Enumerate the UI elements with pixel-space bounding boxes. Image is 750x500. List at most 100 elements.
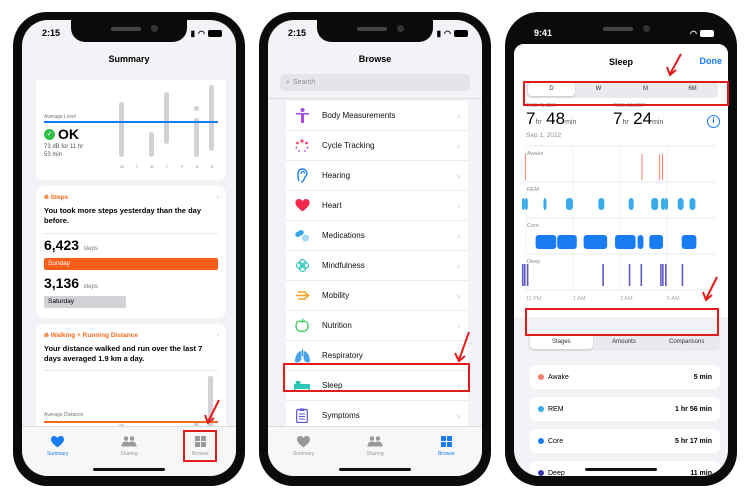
list-item-hearing[interactable]: Hearing › <box>286 161 468 191</box>
average-distance-label: Average Distance <box>44 412 84 418</box>
sleep-stages-chart: Awake REM Core Deep 11 PM 1 AM 3 AM 5 AM <box>521 145 716 302</box>
awake-dot <box>538 374 544 380</box>
status-time: 2:15 <box>288 28 307 38</box>
stage-row-rem[interactable]: REM 1 hr 56 min <box>530 397 720 421</box>
stage-row-awake[interactable]: Awake 5 min <box>530 365 720 389</box>
row-label-deep: Deep <box>527 259 540 265</box>
view-tab-amounts[interactable]: Amounts <box>593 335 656 349</box>
rem-segment <box>524 198 528 210</box>
noise-detail: 73 dB for 11 hr 53 min <box>44 144 84 158</box>
heart-icon <box>51 435 65 448</box>
day-label: W <box>150 164 154 169</box>
rem-segment <box>543 198 547 210</box>
steps-title: 🔥︎ Steps <box>44 194 69 201</box>
chevron-right-icon: › <box>457 260 460 271</box>
noise-card[interactable]: Average Level ✓ OK 73 dB for 11 hr 53 mi… <box>36 80 226 180</box>
day-label: T <box>165 164 169 169</box>
time-asleep-value: 7hr 24min <box>613 109 664 128</box>
awake-segment <box>641 154 643 180</box>
deep-segment <box>526 264 529 286</box>
notch <box>317 20 433 42</box>
signal-icon: ▮ <box>190 28 196 38</box>
highlight-sleep-item <box>283 363 470 392</box>
deep-segment <box>521 264 524 286</box>
awake-segment <box>524 154 526 180</box>
notch <box>563 20 679 42</box>
day-label: F <box>180 164 184 169</box>
list-item-mindfulness[interactable]: Mindfulness › <box>286 251 468 281</box>
deep-segment <box>523 264 526 286</box>
home-indicator <box>93 468 165 471</box>
search-input[interactable]: ⌕ Search <box>280 74 470 91</box>
signal-icon: ▮ <box>436 28 442 38</box>
stage-row-core[interactable]: Core 5 hr 17 min <box>530 429 720 453</box>
rem-dot <box>538 406 544 412</box>
noise-bar-thu <box>164 92 169 144</box>
row-label-awake: Awake <box>527 151 543 157</box>
rem-segment <box>651 198 659 210</box>
noise-bar-sat-dot <box>194 106 199 111</box>
core-dot <box>538 438 544 444</box>
body-measurements-icon <box>290 108 314 123</box>
today-steps-bar: Sunday <box>44 258 218 270</box>
heart-icon <box>290 199 314 212</box>
noise-bar-mon <box>119 102 124 157</box>
chevron-right-icon: › <box>457 410 460 421</box>
noise-bar-sun <box>209 85 214 151</box>
rem-segment <box>566 198 573 210</box>
view-tab-comparisons[interactable]: Comparisons <box>655 335 718 349</box>
status-time: 2:15 <box>42 28 61 38</box>
deep-segment <box>660 264 662 286</box>
core-segment <box>615 235 636 249</box>
core-segment <box>681 235 697 249</box>
rem-segment <box>677 198 684 210</box>
day-label: S <box>210 164 214 169</box>
mindfulness-icon <box>290 258 314 273</box>
core-segment <box>583 235 608 249</box>
heart-icon <box>297 435 311 448</box>
divider <box>44 233 218 234</box>
rem-segment <box>628 198 634 210</box>
sleep-chart-area: Awake REM Core Deep 11 PM 1 AM 3 AM 5 AM <box>514 142 728 317</box>
status-time: 9:41 <box>534 28 553 38</box>
average-distance-line <box>44 421 218 423</box>
tab-summary[interactable]: Summary <box>33 435 83 476</box>
nutrition-icon <box>290 318 314 333</box>
chevron-right-icon: › <box>457 200 460 211</box>
tab-browse[interactable]: Browse <box>421 435 471 476</box>
hearing-icon <box>290 168 314 183</box>
mobility-icon <box>290 289 314 302</box>
highlight-view-control <box>525 308 719 336</box>
core-segment <box>637 235 644 249</box>
people-icon <box>367 435 383 448</box>
steps-card[interactable]: 🔥︎ Steps › You took more steps yesterday… <box>36 186 226 318</box>
tab-summary[interactable]: Summary <box>279 435 329 476</box>
deep-segment <box>681 264 684 286</box>
chevron-right-icon: › <box>457 170 460 181</box>
rem-segment <box>521 198 525 210</box>
info-icon[interactable]: i <box>707 115 720 128</box>
done-button[interactable]: Done <box>700 56 723 66</box>
annotation-arrow <box>666 53 682 77</box>
list-item-medications[interactable]: Medications › <box>286 221 468 251</box>
list-item-heart[interactable]: Heart › <box>286 191 468 221</box>
core-segment <box>535 235 557 249</box>
list-item-nutrition[interactable]: Nutrition › <box>286 311 468 341</box>
list-item-body-measurements[interactable]: Body Measurements › <box>286 101 468 131</box>
list-item-cycle-tracking[interactable]: Cycle Tracking › <box>286 131 468 161</box>
today-steps: 6,423 steps <box>44 237 98 253</box>
awake-segment <box>662 154 664 180</box>
steps-message: You took more steps yesterday than the d… <box>44 206 201 225</box>
deep-segment <box>665 264 667 286</box>
home-indicator <box>585 468 657 471</box>
respiratory-icon <box>290 348 314 363</box>
prev-steps: 3,136 steps <box>44 275 98 291</box>
browse-screen: 2:15 ▮ ◠ Browse ⌕ Search Body Measurement… <box>268 20 482 476</box>
rem-segment <box>665 198 668 210</box>
list-item-mobility[interactable]: Mobility › <box>286 281 468 311</box>
noise-bar-wed <box>149 132 154 157</box>
average-level-label: Average Level <box>44 114 76 120</box>
time-label: 1 AM <box>573 296 586 302</box>
view-tab-stages[interactable]: Stages <box>530 335 593 349</box>
day-label: M <box>120 164 124 169</box>
